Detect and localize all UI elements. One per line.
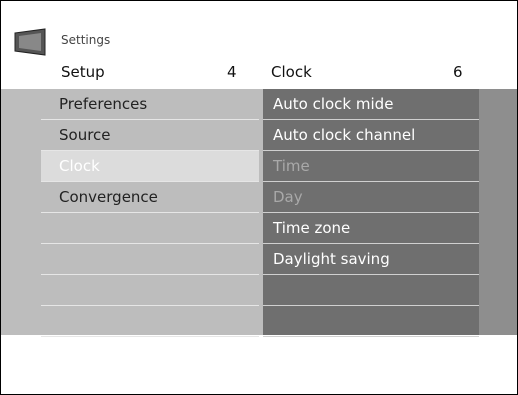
submenu-item-empty bbox=[263, 275, 479, 306]
menu-header: Settings Setup 4 Clock 6 bbox=[1, 1, 517, 89]
menu-item-empty bbox=[41, 306, 259, 337]
left-column-count: 4 bbox=[227, 63, 237, 81]
submenu-item-empty bbox=[263, 306, 479, 337]
right-column-count: 6 bbox=[453, 63, 463, 81]
menu-item-empty bbox=[41, 213, 259, 244]
menu-panel: Preferences Source Clock Convergence Aut… bbox=[1, 89, 517, 337]
menu-item-clock[interactable]: Clock bbox=[41, 151, 259, 182]
submenu-item-day[interactable]: Day bbox=[263, 182, 479, 213]
submenu-item-time[interactable]: Time bbox=[263, 151, 479, 182]
menu-item-empty bbox=[41, 244, 259, 275]
left-column-title: Setup bbox=[61, 63, 105, 81]
submenu-item-auto-clock-channel[interactable]: Auto clock channel bbox=[263, 120, 479, 151]
submenu-item-daylight-saving[interactable]: Daylight saving bbox=[263, 244, 479, 275]
menu-window: Settings Setup 4 Clock 6 Preferences Sou… bbox=[0, 0, 518, 395]
tv-icon bbox=[14, 28, 46, 56]
right-column-title: Clock bbox=[271, 63, 312, 81]
breadcrumb: Settings bbox=[61, 33, 111, 47]
menu-item-preferences[interactable]: Preferences bbox=[41, 89, 259, 120]
menu-item-convergence[interactable]: Convergence bbox=[41, 182, 259, 213]
menu-item-empty bbox=[41, 275, 259, 306]
right-edge bbox=[479, 89, 517, 335]
menu-item-source[interactable]: Source bbox=[41, 120, 259, 151]
submenu-item-auto-clock-mode[interactable]: Auto clock mide bbox=[263, 89, 479, 120]
submenu-item-time-zone[interactable]: Time zone bbox=[263, 213, 479, 244]
